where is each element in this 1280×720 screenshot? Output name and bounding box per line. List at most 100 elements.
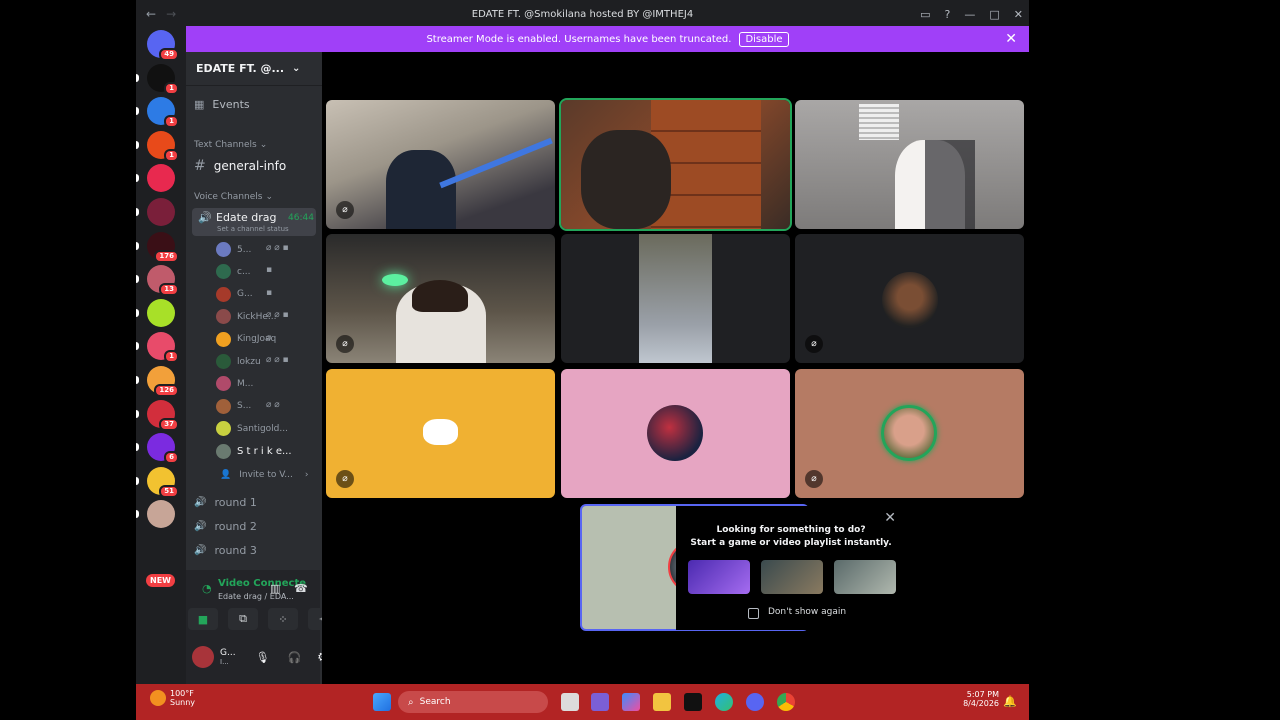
avatar bbox=[216, 443, 231, 459]
windows-start-icon[interactable] bbox=[373, 693, 391, 711]
voice-channel-edate-drag[interactable]: 🔊 Edate drag 46:44 Set a channel status bbox=[192, 208, 316, 236]
video-tile[interactable]: ⌀ bbox=[326, 100, 555, 229]
unread-pip bbox=[136, 342, 139, 351]
activity-thumbnail[interactable] bbox=[761, 560, 823, 594]
person-hair bbox=[412, 280, 468, 312]
video-tile[interactable]: ⌀ bbox=[326, 234, 555, 363]
unread-badge: 1 bbox=[164, 115, 179, 129]
server-icon[interactable] bbox=[147, 164, 175, 193]
video-tile[interactable]: ⌀ bbox=[795, 234, 1024, 363]
voice-channel-item[interactable]: 🔊 round 1 bbox=[194, 496, 257, 509]
unread-pip bbox=[136, 308, 139, 317]
server-icon[interactable]: 6 bbox=[147, 433, 179, 465]
file-explorer-icon[interactable] bbox=[653, 693, 671, 711]
voice-member[interactable]: KickHe... ⌀ ⌀ ▪ bbox=[216, 309, 306, 325]
discord-icon[interactable] bbox=[746, 693, 764, 711]
unread-pip bbox=[136, 174, 139, 183]
invite-to-voice[interactable]: 👤 Invite to V... › bbox=[220, 470, 308, 480]
voice-member[interactable]: M... bbox=[216, 376, 306, 392]
video-tile-speaking[interactable] bbox=[559, 98, 792, 231]
disable-streamer-button[interactable]: Disable bbox=[739, 31, 789, 47]
video-tile[interactable]: ⌀ bbox=[326, 369, 555, 498]
calendar-icon: ▦ bbox=[194, 98, 205, 111]
member-name: c... bbox=[237, 266, 251, 277]
voice-channels-category[interactable]: Voice Channels ⌄ bbox=[194, 192, 273, 202]
task-view-icon[interactable] bbox=[561, 693, 579, 711]
unread-badge: 176 bbox=[154, 249, 179, 263]
video-tile[interactable] bbox=[561, 369, 790, 498]
inbox-icon[interactable]: ▭ bbox=[920, 8, 930, 21]
muted-icon: ⌀ bbox=[336, 335, 354, 353]
help-icon[interactable]: ? bbox=[945, 8, 951, 21]
voice-member[interactable]: lokzu ⌀ ⌀ ▪ bbox=[216, 354, 306, 369]
user-name: G... bbox=[220, 648, 236, 658]
channel-general-info[interactable]: # general-info bbox=[194, 158, 286, 174]
voice-member[interactable]: Santigold... bbox=[216, 421, 306, 437]
close-icon[interactable]: ✕ bbox=[1014, 8, 1023, 21]
camera-button[interactable]: ■ bbox=[188, 608, 218, 630]
chrome-icon[interactable] bbox=[777, 693, 795, 711]
disconnect-icon[interactable]: ☎ bbox=[294, 582, 308, 595]
server-icon[interactable]: 1 bbox=[147, 63, 179, 95]
text-channels-category[interactable]: Text Channels ⌄ bbox=[194, 140, 267, 150]
server-icon[interactable]: 51 bbox=[147, 466, 179, 498]
clock[interactable]: 5:07 PM 8/4/2026 bbox=[963, 690, 999, 708]
unread-badge: 1 bbox=[164, 148, 179, 162]
voice-member[interactable]: c... ▪ bbox=[216, 264, 306, 280]
title-bar: ← → EDATE FT. @Smokilana hosted BY @IMTH… bbox=[136, 0, 1029, 28]
server-icon[interactable] bbox=[147, 500, 175, 529]
avatar bbox=[216, 398, 231, 414]
voice-member[interactable]: 5... ⌀ ⌀ ▪ bbox=[216, 242, 306, 257]
server-icon[interactable]: 49 bbox=[147, 30, 179, 61]
server-icon[interactable]: 13 bbox=[147, 265, 179, 297]
activity-thumbnail[interactable] bbox=[688, 560, 750, 594]
voice-member[interactable]: G... ▪ bbox=[216, 286, 306, 302]
video-tile[interactable] bbox=[795, 100, 1024, 229]
server-icon[interactable]: 1 bbox=[147, 130, 179, 162]
avatar bbox=[216, 286, 231, 302]
microphone-icon[interactable]: 🎙 bbox=[256, 651, 270, 664]
notification-bell-icon[interactable]: 🔔 bbox=[1003, 695, 1017, 708]
taskbar-search[interactable]: ⌕ Search bbox=[398, 691, 548, 713]
channel-status[interactable]: Set a channel status bbox=[217, 225, 289, 233]
windows-taskbar: 100°F Sunny ⌕ Search 5:07 PM 8/4/2026 🔔 bbox=[136, 684, 1029, 720]
unread-badge: 37 bbox=[159, 417, 179, 431]
unread-badge: 13 bbox=[159, 283, 179, 297]
server-icon[interactable] bbox=[147, 298, 175, 327]
screenshare-button[interactable]: ⧉ bbox=[228, 608, 258, 630]
voice-channel-item[interactable]: 🔊 round 2 bbox=[194, 520, 257, 533]
video-tile[interactable]: ⌀ bbox=[795, 369, 1024, 498]
unread-pip bbox=[136, 241, 139, 250]
banner-close-icon[interactable]: ✕ bbox=[1005, 31, 1017, 47]
voice-member[interactable]: S... ⌀ ⌀ bbox=[216, 398, 306, 414]
portrait-video bbox=[639, 234, 712, 363]
dont-show-checkbox[interactable] bbox=[748, 608, 759, 619]
user-panel[interactable]: G... I... 🎙 🎧 ⚙ bbox=[192, 646, 328, 668]
voice-member[interactable]: KingJoaq ⌀ bbox=[216, 331, 306, 347]
server-icon[interactable]: 37 bbox=[147, 399, 179, 431]
edge-icon[interactable] bbox=[715, 693, 733, 711]
server-icon[interactable]: 176 bbox=[147, 231, 179, 263]
voice-channel-item[interactable]: 🔊 round 3 bbox=[194, 544, 257, 557]
unread-pip bbox=[136, 275, 139, 284]
tiktok-icon[interactable] bbox=[684, 693, 702, 711]
activity-thumbnail[interactable] bbox=[834, 560, 896, 594]
headphones-icon[interactable]: 🎧 bbox=[288, 651, 302, 664]
server-icon[interactable]: 126 bbox=[147, 366, 179, 397]
activities-button[interactable]: ⁘ bbox=[268, 608, 298, 630]
weather-widget[interactable]: 100°F Sunny bbox=[150, 689, 195, 707]
teams-icon[interactable] bbox=[591, 693, 609, 711]
video-tile[interactable] bbox=[561, 234, 790, 363]
copilot-icon[interactable] bbox=[622, 693, 640, 711]
voice-member[interactable]: S t r i k e... bbox=[216, 443, 306, 459]
noise-suppression-icon[interactable]: ▥ bbox=[270, 582, 280, 595]
server-icon[interactable] bbox=[147, 198, 175, 226]
maximize-icon[interactable]: □ bbox=[989, 8, 999, 21]
events-item[interactable]: ▦ Events bbox=[194, 98, 250, 111]
minimize-icon[interactable]: — bbox=[964, 8, 975, 21]
server-icon[interactable]: 1 bbox=[147, 97, 179, 129]
sun-icon bbox=[150, 690, 166, 706]
popup-close-icon[interactable]: ✕ bbox=[884, 510, 896, 526]
chevron-down-icon: ⌄ bbox=[292, 63, 301, 74]
server-icon[interactable]: 1 bbox=[147, 332, 179, 364]
